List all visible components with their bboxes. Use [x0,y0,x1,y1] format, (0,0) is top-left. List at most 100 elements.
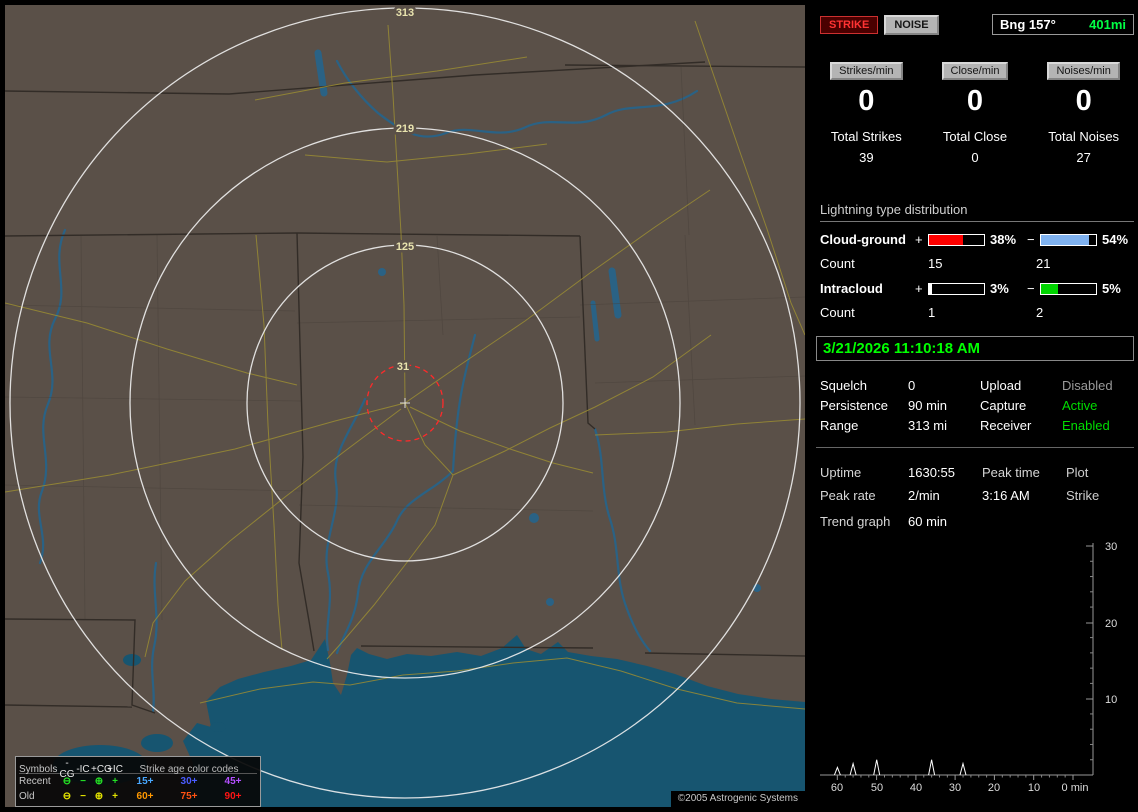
persistence-label: Persistence [820,397,888,413]
noises-per-min-button[interactable]: Noises/min [1047,62,1120,80]
lightning-map[interactable]: 313 219 125 31 Symbols -CG -IC +CG +IC S… [5,5,805,807]
pos-ic-symbol-old: + [112,791,118,802]
ic-negative-pct: 5% [1102,281,1121,296]
peak-rate-label: Peak rate [820,488,876,503]
range-value: 313 mi [908,417,948,433]
ic-negative-count: 2 [1036,305,1044,320]
total-close-label: Total Close [942,129,1008,144]
persistence-value: 90 min [908,397,948,413]
settings-row: Persistence 90 min Capture Active [820,395,1134,415]
legend-symbols-label: Symbols [19,763,58,775]
intracloud-label: Intracloud [820,281,883,296]
rate-counters: Strikes/min 0 Total Strikes 39 Close/min… [812,62,1138,165]
cloud-ground-count-row: Count 15 21 [820,256,1134,271]
x-tick-30: 30 [949,782,961,794]
intracloud-row: Intracloud + 3% − 5% [820,281,1134,296]
strikes-per-min-button[interactable]: Strikes/min [830,62,903,80]
bearing-distance: 401mi [1089,17,1126,32]
neg-ic-symbol-recent: − [80,776,86,787]
age-45: 45+ [224,776,242,787]
ring-label-31: 31 [397,361,409,373]
cg-negative-count: 21 [1036,256,1051,271]
trend-window-value: 60 min [908,514,948,529]
strikes-per-min-value: 0 [858,85,875,117]
cg-negative-pct: 54% [1102,232,1129,247]
peak-time-label: Peak time [982,465,1040,480]
total-close-value: 0 [971,150,979,165]
uptime-label: Uptime [820,465,862,480]
cg-negative-bar [1040,233,1097,246]
datetime-readout: 3/21/2026 11:10:18 AM [816,336,1134,361]
capture-status: Active [1062,397,1098,413]
cloud-ground-row: Cloud-ground + 38% − 54% [820,232,1134,247]
counter-strikes: Strikes/min 0 Total Strikes 39 [812,62,921,165]
age-60: 60+ [136,791,154,802]
cloud-ground-label: Cloud-ground [820,232,906,247]
noise-button[interactable]: NOISE [884,14,939,35]
map-canvas[interactable]: 313 219 125 31 [5,5,805,807]
bearing-readout: Bng 157° 401mi [992,14,1134,35]
panel-toolbar: STRIKE NOISE Bng 157° 401mi [820,14,1134,35]
age-90: 90+ [224,791,242,802]
trend-axes [820,543,1094,780]
x-tick-50: 50 [871,782,883,794]
divider [816,447,1134,448]
counter-close: Close/min 0 Total Close 0 [921,62,1030,165]
lightning-distribution: Lightning type distribution Cloud-ground… [820,202,1134,320]
x-axis-end-label: 0 min [1062,782,1089,794]
strike-button[interactable]: STRIKE [820,15,879,34]
age-15: 15+ [136,776,154,787]
minus-sign: − [1027,232,1035,247]
legend-age-title: Strike age color codes [139,763,239,775]
y-tick-10: 10 [1105,694,1117,706]
strike-rate-spikes [833,759,967,776]
peak-rate-value: 2/min [908,488,940,503]
trend-axis-labels: 60 50 40 30 20 10 0 min 30 20 10 [831,541,1117,794]
legend-recent-row: Recent ⊖ − ⊕ + 15+ 30+ 45+ [19,774,257,789]
range-label: Range [820,417,859,433]
neg-cg-symbol-recent: ⊖ [62,776,72,787]
close-per-min-button[interactable]: Close/min [941,62,1009,80]
map-legend: Symbols -CG -IC +CG +IC Strike age color… [15,756,261,807]
ic-positive-bar [928,282,985,295]
noises-per-min-value: 0 [1075,85,1092,117]
intracloud-count-row: Count 1 2 [820,305,1134,320]
age-30: 30+ [180,776,198,787]
ring-label-313: 313 [396,7,414,19]
legend-col-pos-cg: +CG [91,763,112,775]
plot-type-selector[interactable]: Strike [1066,488,1134,503]
plus-sign: + [915,281,923,296]
counter-noises: Noises/min 0 Total Noises 27 [1029,62,1138,165]
pos-cg-symbol-recent: ⊕ [94,776,104,787]
legend-recent-label: Recent [19,776,51,787]
y-tick-30: 30 [1105,541,1117,553]
x-tick-60: 60 [831,782,843,794]
squelch-label: Squelch [820,377,867,393]
ic-positive-count: 1 [928,305,936,320]
legend-header-row: Symbols -CG -IC +CG +IC Strike age color… [19,758,257,780]
legend-col-neg-ic: -IC [76,763,90,775]
x-tick-20: 20 [988,782,1000,794]
legend-col-pos-ic: +IC [107,763,123,775]
minus-sign: − [1027,281,1035,296]
close-per-min-value: 0 [966,85,984,117]
upload-status: Disabled [1062,377,1113,393]
peak-time-value: 3:16 AM [982,488,1030,503]
ring-label-125: 125 [396,241,414,253]
plot-label: Plot [1066,465,1089,480]
receiver-status: Enabled [1062,417,1110,433]
settings-block: Squelch 0 Upload Disabled Persistence 90… [820,375,1134,435]
cg-positive-count: 15 [928,256,943,271]
distribution-title: Lightning type distribution [820,202,1134,222]
age-75: 75+ [180,791,198,802]
cg-positive-pct: 38% [990,232,1017,247]
status-panel: STRIKE NOISE Bng 157° 401mi Strikes/min … [812,0,1138,812]
neg-cg-symbol-old: ⊖ [62,791,72,802]
plus-sign: + [915,232,923,247]
pos-ic-symbol-recent: + [112,776,118,787]
trend-graph-label: Trend graph [820,514,891,529]
total-strikes-value: 39 [859,150,874,165]
cg-positive-bar [928,233,985,246]
total-noises-value: 27 [1076,150,1091,165]
neg-ic-symbol-old: − [80,791,86,802]
